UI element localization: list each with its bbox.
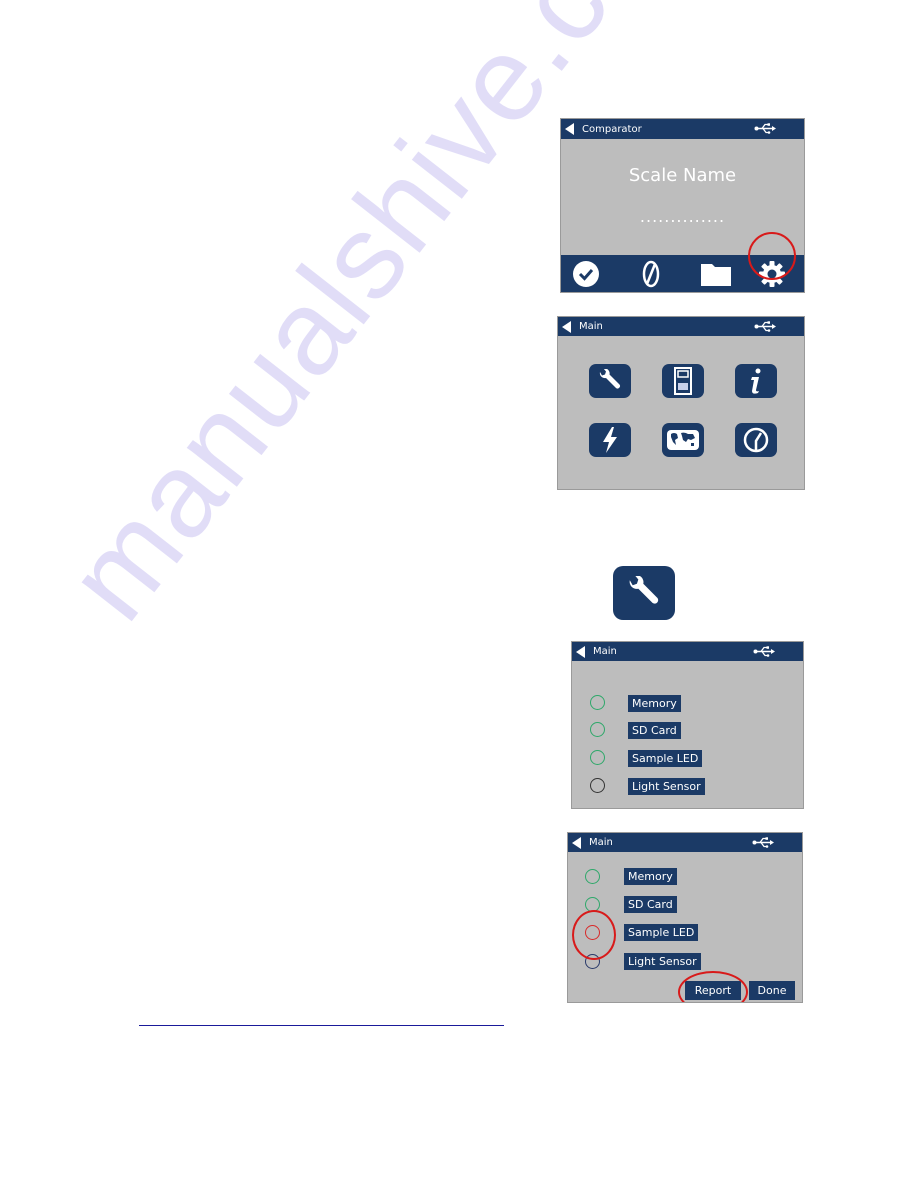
lightning-icon — [603, 427, 617, 453]
diagnostics-result-screen: Main Memory SD Card Sample LED Light Sen… — [567, 832, 803, 1003]
world-map-icon — [667, 430, 699, 450]
light-sensor-status-indicator — [590, 778, 605, 793]
report-highlight-ring — [678, 971, 748, 1002]
sample-led-test-button[interactable]: Sample LED — [624, 924, 699, 941]
memory-status-indicator — [590, 695, 605, 710]
sample-led-status-indicator — [590, 750, 605, 765]
power-tile[interactable] — [589, 423, 631, 457]
gear-highlight-ring — [748, 232, 796, 280]
wrench-icon — [629, 576, 659, 604]
light-sensor-test-button[interactable]: Light Sensor — [624, 953, 701, 970]
title-bar: Main — [558, 317, 804, 336]
usb-icon — [754, 321, 776, 332]
check-icon[interactable] — [572, 260, 600, 288]
device-tile[interactable] — [662, 364, 704, 398]
back-arrow-icon[interactable] — [562, 320, 571, 333]
info-icon — [751, 368, 761, 394]
usb-icon — [754, 123, 776, 134]
sample-led-highlight-ring — [572, 910, 616, 960]
title-bar: Main — [568, 833, 802, 852]
main-menu-screen: Main — [557, 316, 805, 490]
wrench-icon — [599, 369, 620, 389]
title-bar: Main — [572, 642, 803, 661]
folder-icon[interactable] — [700, 260, 732, 288]
comparator-screen: Comparator Scale Name .............. — [560, 118, 805, 293]
info-tile[interactable] — [735, 364, 777, 398]
sd-card-test-button[interactable]: SD Card — [624, 896, 677, 913]
screen-title: Comparator — [582, 123, 642, 135]
clock-icon — [743, 427, 769, 453]
back-arrow-icon[interactable] — [565, 123, 574, 135]
wrench-tile[interactable] — [589, 364, 631, 398]
light-sensor-test-button[interactable]: Light Sensor — [628, 778, 705, 795]
back-arrow-icon[interactable] — [572, 836, 581, 849]
language-tile[interactable] — [662, 423, 704, 457]
wrench-tile-large — [613, 566, 675, 620]
timer-tile[interactable] — [735, 423, 777, 457]
back-arrow-icon[interactable] — [576, 645, 585, 658]
zero-icon[interactable] — [637, 260, 665, 288]
title-bar: Comparator — [561, 119, 804, 139]
device-icon — [674, 367, 692, 395]
screen-title: Main — [579, 321, 603, 332]
scale-value-placeholder: .............. — [639, 207, 726, 226]
sample-led-test-button[interactable]: Sample LED — [628, 750, 703, 767]
screen-title: Main — [589, 837, 613, 848]
scale-name-label: Scale Name — [628, 165, 737, 186]
screen-title: Main — [593, 646, 617, 657]
usb-icon — [752, 837, 774, 848]
memory-test-button[interactable]: Memory — [628, 695, 681, 712]
sd-card-test-button[interactable]: SD Card — [628, 722, 681, 739]
memory-test-button[interactable]: Memory — [624, 868, 677, 885]
diagnostics-screen: Main Memory SD Card Sample LED Light Sen… — [571, 641, 804, 809]
hyperlink-underline[interactable] — [139, 1025, 504, 1026]
done-button[interactable]: Done — [749, 981, 795, 1000]
memory-status-indicator — [585, 869, 600, 884]
sd-card-status-indicator — [590, 722, 605, 737]
usb-icon — [753, 646, 775, 657]
